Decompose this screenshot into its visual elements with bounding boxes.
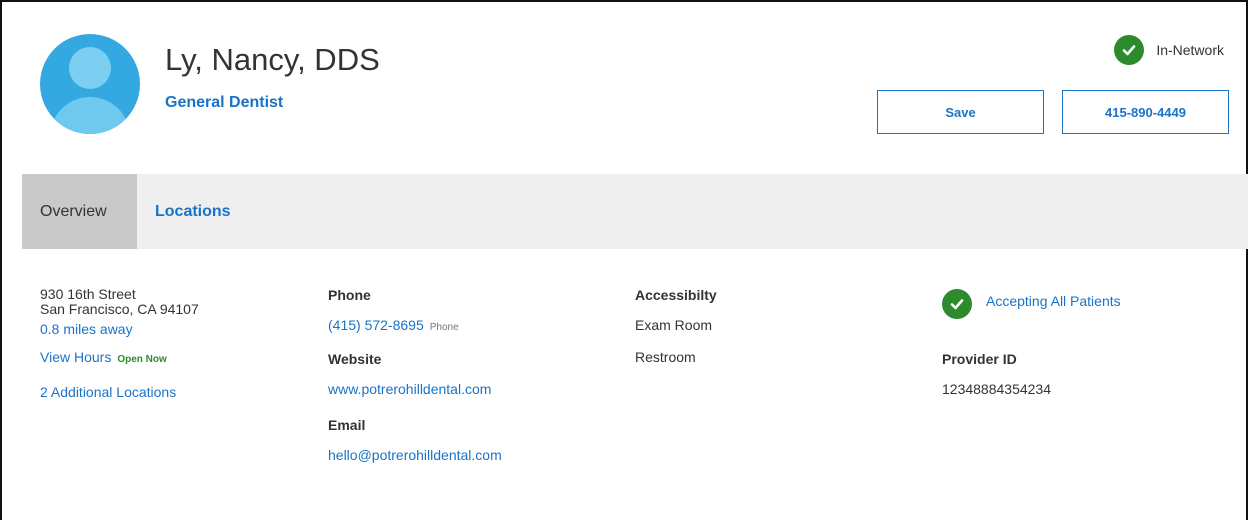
- website-heading: Website: [328, 351, 382, 367]
- address-section: 930 16th Street San Francisco, CA 94107 …: [40, 286, 199, 401]
- provider-id-value: 12348884354234: [942, 381, 1052, 397]
- tab-locations[interactable]: Locations: [137, 174, 249, 249]
- check-circle-icon: [1114, 35, 1145, 65]
- provider-name: Ly, Nancy, DDS: [165, 42, 380, 77]
- view-hours-link[interactable]: View Hours: [40, 349, 111, 365]
- accessibility-heading: Accessibilty: [635, 287, 717, 303]
- phone-type-label: Phone: [429, 322, 459, 333]
- email-heading: Email: [328, 417, 366, 433]
- call-phone-button[interactable]: 415-890-4449: [1062, 90, 1229, 134]
- avatar: [40, 34, 140, 134]
- additional-locations-link[interactable]: 2 Additional Locations: [40, 384, 176, 400]
- patients-section: Accepting All Patients Provider ID 12348…: [942, 287, 1121, 397]
- avatar-head: [69, 47, 111, 89]
- avatar-body: [50, 97, 130, 134]
- accepting-patients-link[interactable]: Accepting All Patients: [986, 293, 1121, 309]
- phone-heading: Phone: [328, 287, 371, 303]
- website-link[interactable]: www.potrerohilldental.com: [328, 381, 491, 397]
- distance-link[interactable]: 0.8 miles away: [40, 321, 133, 337]
- network-status-label: In-Network: [1156, 42, 1224, 58]
- email-link[interactable]: hello@potrerohilldental.com: [328, 447, 502, 463]
- accessibility-section: Accessibilty Exam Room Restroom: [635, 287, 717, 365]
- open-status-badge: Open Now: [117, 354, 167, 365]
- phone-link[interactable]: (415) 572-8695: [328, 317, 424, 333]
- provider-id-heading: Provider ID: [942, 351, 1017, 367]
- provider-specialty: General Dentist: [165, 94, 284, 111]
- profile-card: Ly, Nancy, DDS General Dentist In-Networ…: [0, 0, 1248, 520]
- network-status: In-Network: [1114, 35, 1224, 65]
- address-city: San Francisco, CA 94107: [40, 301, 199, 317]
- check-circle-icon: [942, 289, 972, 319]
- tab-overview[interactable]: Overview: [22, 174, 137, 249]
- address-street: 930 16th Street: [40, 286, 136, 302]
- accessibility-item: Restroom: [635, 349, 696, 365]
- accessibility-item: Exam Room: [635, 317, 713, 333]
- save-button[interactable]: Save: [877, 90, 1044, 134]
- contact-section: Phone (415) 572-8695 Phone Website www.po…: [328, 287, 502, 463]
- tab-bar: Overview Locations: [22, 174, 1248, 249]
